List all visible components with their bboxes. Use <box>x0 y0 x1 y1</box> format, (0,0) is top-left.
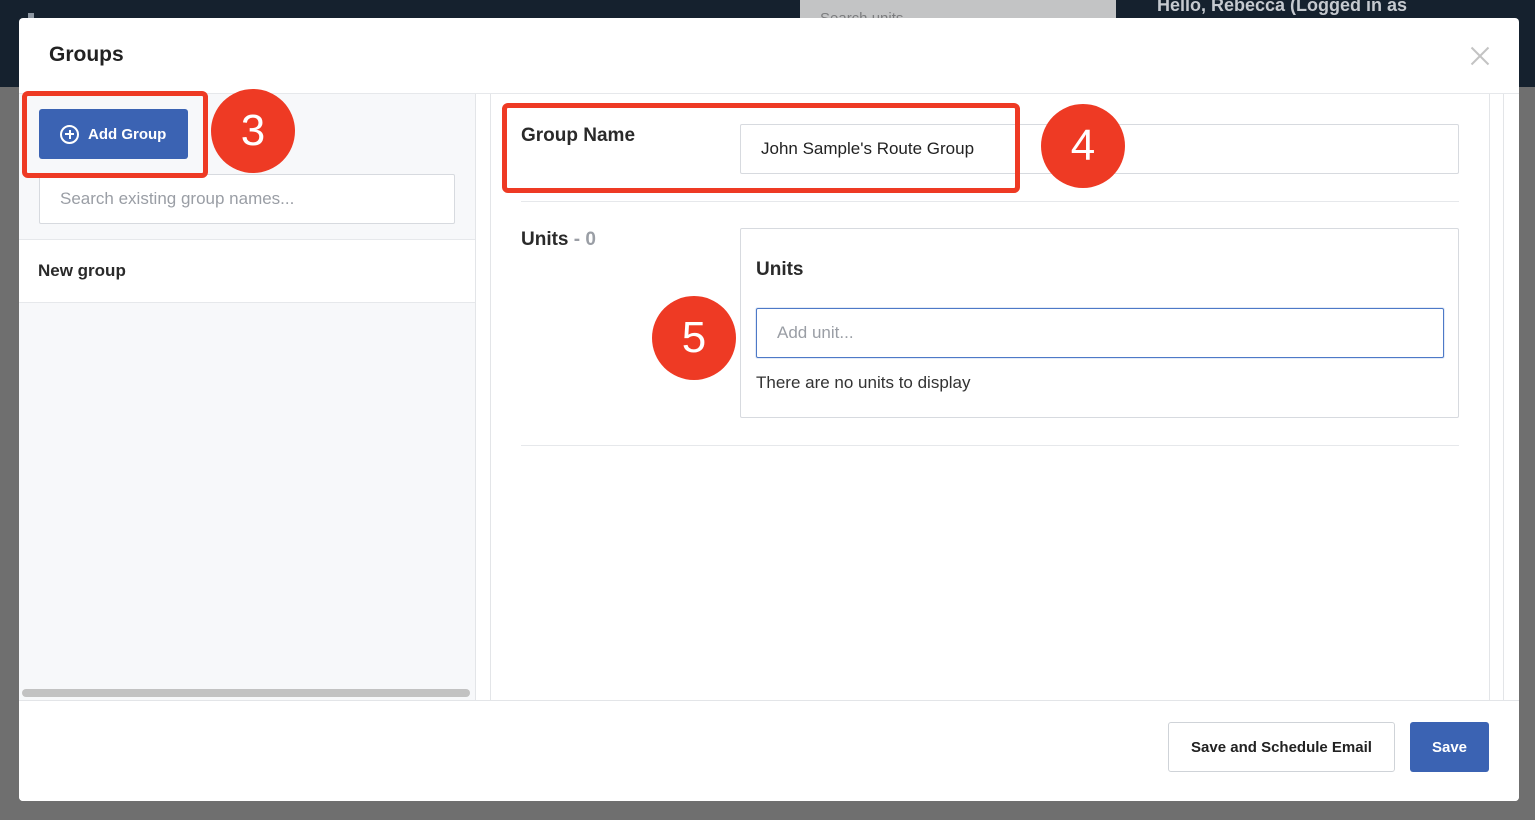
section-divider <box>521 201 1459 202</box>
step-badge-5: 5 <box>652 296 736 380</box>
highlight-add-group <box>22 91 208 178</box>
modal-header: Groups <box>19 18 1519 94</box>
horizontal-scrollbar[interactable] <box>22 689 470 697</box>
app-logo <box>28 8 118 39</box>
vertical-scrollbar[interactable] <box>1489 94 1504 700</box>
group-search-input[interactable] <box>39 174 455 224</box>
save-button[interactable]: Save <box>1410 722 1489 772</box>
empty-units-message: There are no units to display <box>756 373 971 392</box>
groups-sidebar: Add Group New group <box>19 94 476 700</box>
units-label-text: Units <box>521 229 569 250</box>
modal-title: Groups <box>49 43 124 66</box>
highlight-group-name <box>502 103 1020 193</box>
section-divider <box>521 445 1459 446</box>
close-icon[interactable] <box>1468 44 1492 68</box>
add-unit-input[interactable] <box>756 308 1444 358</box>
group-list-item[interactable]: New group <box>19 239 475 303</box>
units-count: - 0 <box>568 229 596 250</box>
modal-footer: Save and Schedule Email Save <box>19 700 1519 801</box>
step-badge-3: 3 <box>211 89 295 173</box>
units-box: Units There are no units to display <box>740 228 1459 418</box>
step-badge-4: 4 <box>1041 104 1125 188</box>
user-greeting: Hello, Rebecca (Logged in as <box>1157 0 1408 15</box>
units-label: Units - 0 <box>521 229 596 251</box>
units-box-title: Units <box>756 259 804 280</box>
save-and-schedule-email-button[interactable]: Save and Schedule Email <box>1168 722 1395 772</box>
